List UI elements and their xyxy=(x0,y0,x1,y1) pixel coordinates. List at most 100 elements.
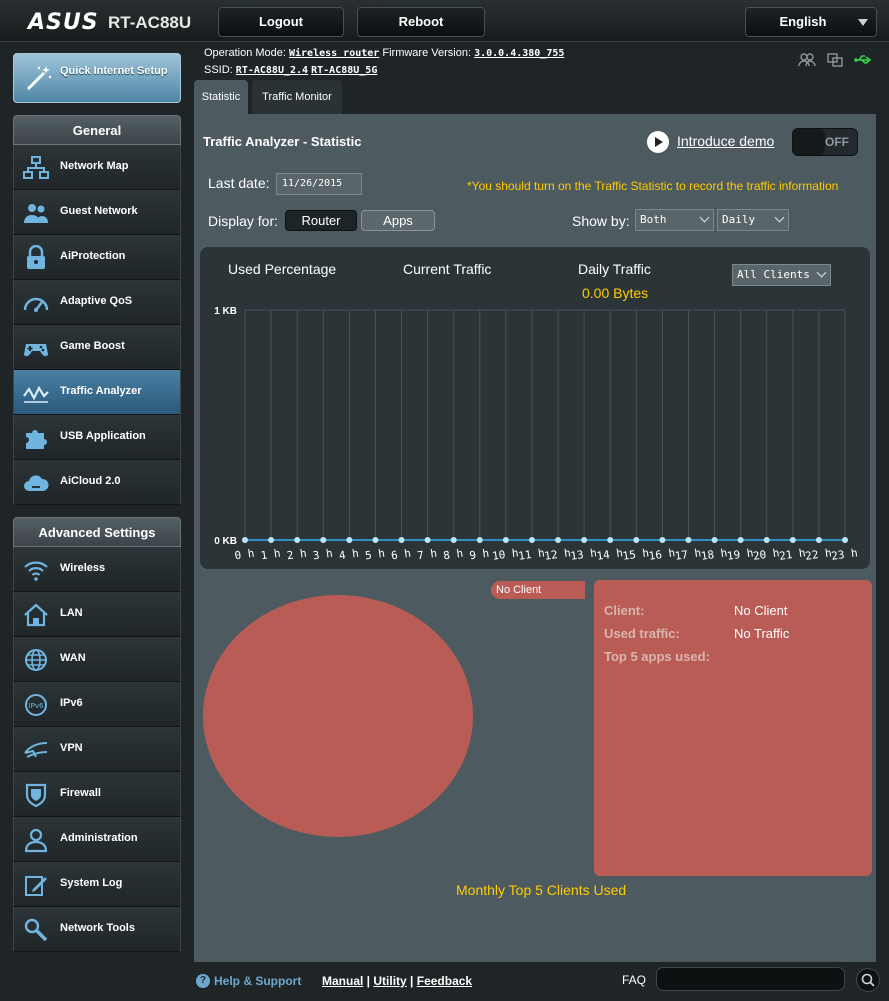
menu-item-ipv6[interactable]: IPv6 IPv6 xyxy=(13,682,181,727)
menu-label: Game Boost xyxy=(60,340,125,352)
faq-search-input[interactable] xyxy=(656,967,845,991)
x-tick-label: 21 h xyxy=(778,546,806,563)
general-header: General xyxy=(13,115,181,145)
router-button[interactable]: Router xyxy=(285,210,357,231)
shield-icon xyxy=(25,783,47,808)
menu-item-aiprotection[interactable]: AiProtection xyxy=(13,235,181,280)
data-point xyxy=(320,537,327,543)
introduce-demo-link[interactable]: Introduce demo xyxy=(677,133,774,149)
utility-link[interactable]: Utility xyxy=(373,974,406,988)
data-point xyxy=(711,537,718,543)
network-map-icon xyxy=(23,156,49,179)
data-point xyxy=(346,537,353,543)
menu-item-aicloud[interactable]: AiCloud 2.0 xyxy=(13,460,181,505)
traffic-icon xyxy=(23,385,49,403)
x-tick-label: 23 h xyxy=(830,546,858,563)
ssid-label: SSID: xyxy=(204,64,233,76)
x-tick-label: 8 h xyxy=(442,547,463,563)
op-mode-label: Operation Mode: xyxy=(204,47,286,59)
asus-logo: ASUS xyxy=(28,10,99,35)
menu-label: Traffic Analyzer xyxy=(60,385,142,397)
vpn-icon xyxy=(24,742,48,758)
menu-item-lan[interactable]: LAN xyxy=(13,592,181,637)
x-tick-label: 1 h xyxy=(260,547,281,563)
menu-item-firewall[interactable]: Firewall xyxy=(13,772,181,817)
op-mode-link[interactable]: Wireless router xyxy=(289,48,379,59)
x-tick-label: 9 h xyxy=(469,547,490,563)
gauge-icon xyxy=(23,297,49,312)
data-point xyxy=(424,537,431,543)
traffic-statistic-toggle[interactable]: OFF xyxy=(792,128,858,156)
chevron-down-icon xyxy=(699,212,710,223)
period-select[interactable]: Daily xyxy=(717,209,789,231)
menu-label: Guest Network xyxy=(60,205,138,217)
data-point xyxy=(659,537,666,543)
menu-item-network-map[interactable]: Network Map xyxy=(13,145,181,190)
menu-item-vpn[interactable]: VPN xyxy=(13,727,181,772)
help-support-link[interactable]: Help & Support xyxy=(214,974,301,988)
logout-button[interactable]: Logout xyxy=(218,7,344,37)
x-tick-label: 17 h xyxy=(674,546,702,563)
play-icon[interactable] xyxy=(647,131,669,153)
usb-icon[interactable] xyxy=(854,52,872,68)
search-button[interactable] xyxy=(856,968,880,992)
menu-label: WAN xyxy=(60,652,86,664)
clients-pie-chart[interactable] xyxy=(203,595,473,837)
top5-apps-label: Top 5 apps used: xyxy=(604,649,710,664)
manual-link[interactable]: Manual xyxy=(322,974,363,988)
client-value: No Client xyxy=(734,603,788,618)
data-point xyxy=(294,537,301,543)
no-client-badge: No Client xyxy=(491,581,585,599)
ssid-24-link[interactable]: RT-AC88U_2.4 xyxy=(236,65,308,76)
quick-internet-setup-button[interactable]: Quick Internet Setup xyxy=(13,53,181,103)
data-point xyxy=(815,537,822,543)
globe-icon xyxy=(25,649,47,671)
status-info: Operation Mode: Wireless router Firmware… xyxy=(204,45,564,79)
data-point xyxy=(502,537,509,543)
language-select[interactable]: English xyxy=(745,7,877,37)
menu-item-wan[interactable]: WAN xyxy=(13,637,181,682)
show-by-select[interactable]: Both xyxy=(635,209,714,231)
advanced-menu: Wireless LAN WAN IPv6 IPv6 VPN Firewall … xyxy=(13,547,181,952)
svg-text:IPv6: IPv6 xyxy=(29,702,44,710)
menu-item-system-log[interactable]: System Log xyxy=(13,862,181,907)
tools-icon xyxy=(24,918,48,942)
menu-item-guest-network[interactable]: Guest Network xyxy=(13,190,181,235)
menu-item-adaptive-qos[interactable]: Adaptive QoS xyxy=(13,280,181,325)
log-icon xyxy=(25,876,47,896)
menu-label: USB Application xyxy=(60,430,146,442)
main-panel: Traffic Analyzer - Statistic Introduce d… xyxy=(194,114,876,962)
x-tick-label: 2 h xyxy=(286,547,307,563)
menu-item-traffic-analyzer[interactable]: Traffic Analyzer xyxy=(13,370,181,415)
x-tick-label: 12 h xyxy=(544,546,572,563)
data-point xyxy=(763,537,770,543)
menu-label: Wireless xyxy=(60,562,106,574)
menu-item-wireless[interactable]: Wireless xyxy=(13,547,181,592)
data-point xyxy=(476,537,483,543)
traffic-chart: Used Percentage Current Traffic Daily Tr… xyxy=(200,247,870,569)
apps-button[interactable]: Apps xyxy=(361,210,435,231)
tab-traffic-monitor[interactable]: Traffic Monitor xyxy=(252,80,342,114)
clients-icon[interactable] xyxy=(798,52,816,68)
menu-item-network-tools[interactable]: Network Tools xyxy=(13,907,181,952)
footer: ? Help & Support Manual | Utility | Feed… xyxy=(194,966,882,996)
ipv6-icon: IPv6 xyxy=(25,694,47,716)
data-point xyxy=(372,537,379,543)
copy-icon[interactable] xyxy=(826,52,844,68)
help-icon: ? xyxy=(196,974,210,988)
y-tick-label: 1 KB xyxy=(214,306,237,317)
menu-item-administration[interactable]: Administration xyxy=(13,817,181,862)
tab-statistic[interactable]: Statistic xyxy=(194,80,248,114)
menu-item-usb-application[interactable]: USB Application xyxy=(13,415,181,460)
ssid-5-link[interactable]: RT-AC88U_5G xyxy=(311,65,377,76)
reboot-button[interactable]: Reboot xyxy=(357,7,485,37)
x-tick-label: 13 h xyxy=(570,546,598,563)
client-label: Client: xyxy=(604,603,645,618)
firmware-link[interactable]: 3.0.0.4.380_755 xyxy=(474,48,564,59)
last-date-input[interactable]: 11/26/2015 xyxy=(276,173,362,195)
show-by-label: Show by: xyxy=(572,213,630,229)
house-icon xyxy=(24,603,48,627)
x-tick-label: 11 h xyxy=(517,546,545,563)
menu-item-game-boost[interactable]: Game Boost xyxy=(13,325,181,370)
feedback-link[interactable]: Feedback xyxy=(417,974,472,988)
